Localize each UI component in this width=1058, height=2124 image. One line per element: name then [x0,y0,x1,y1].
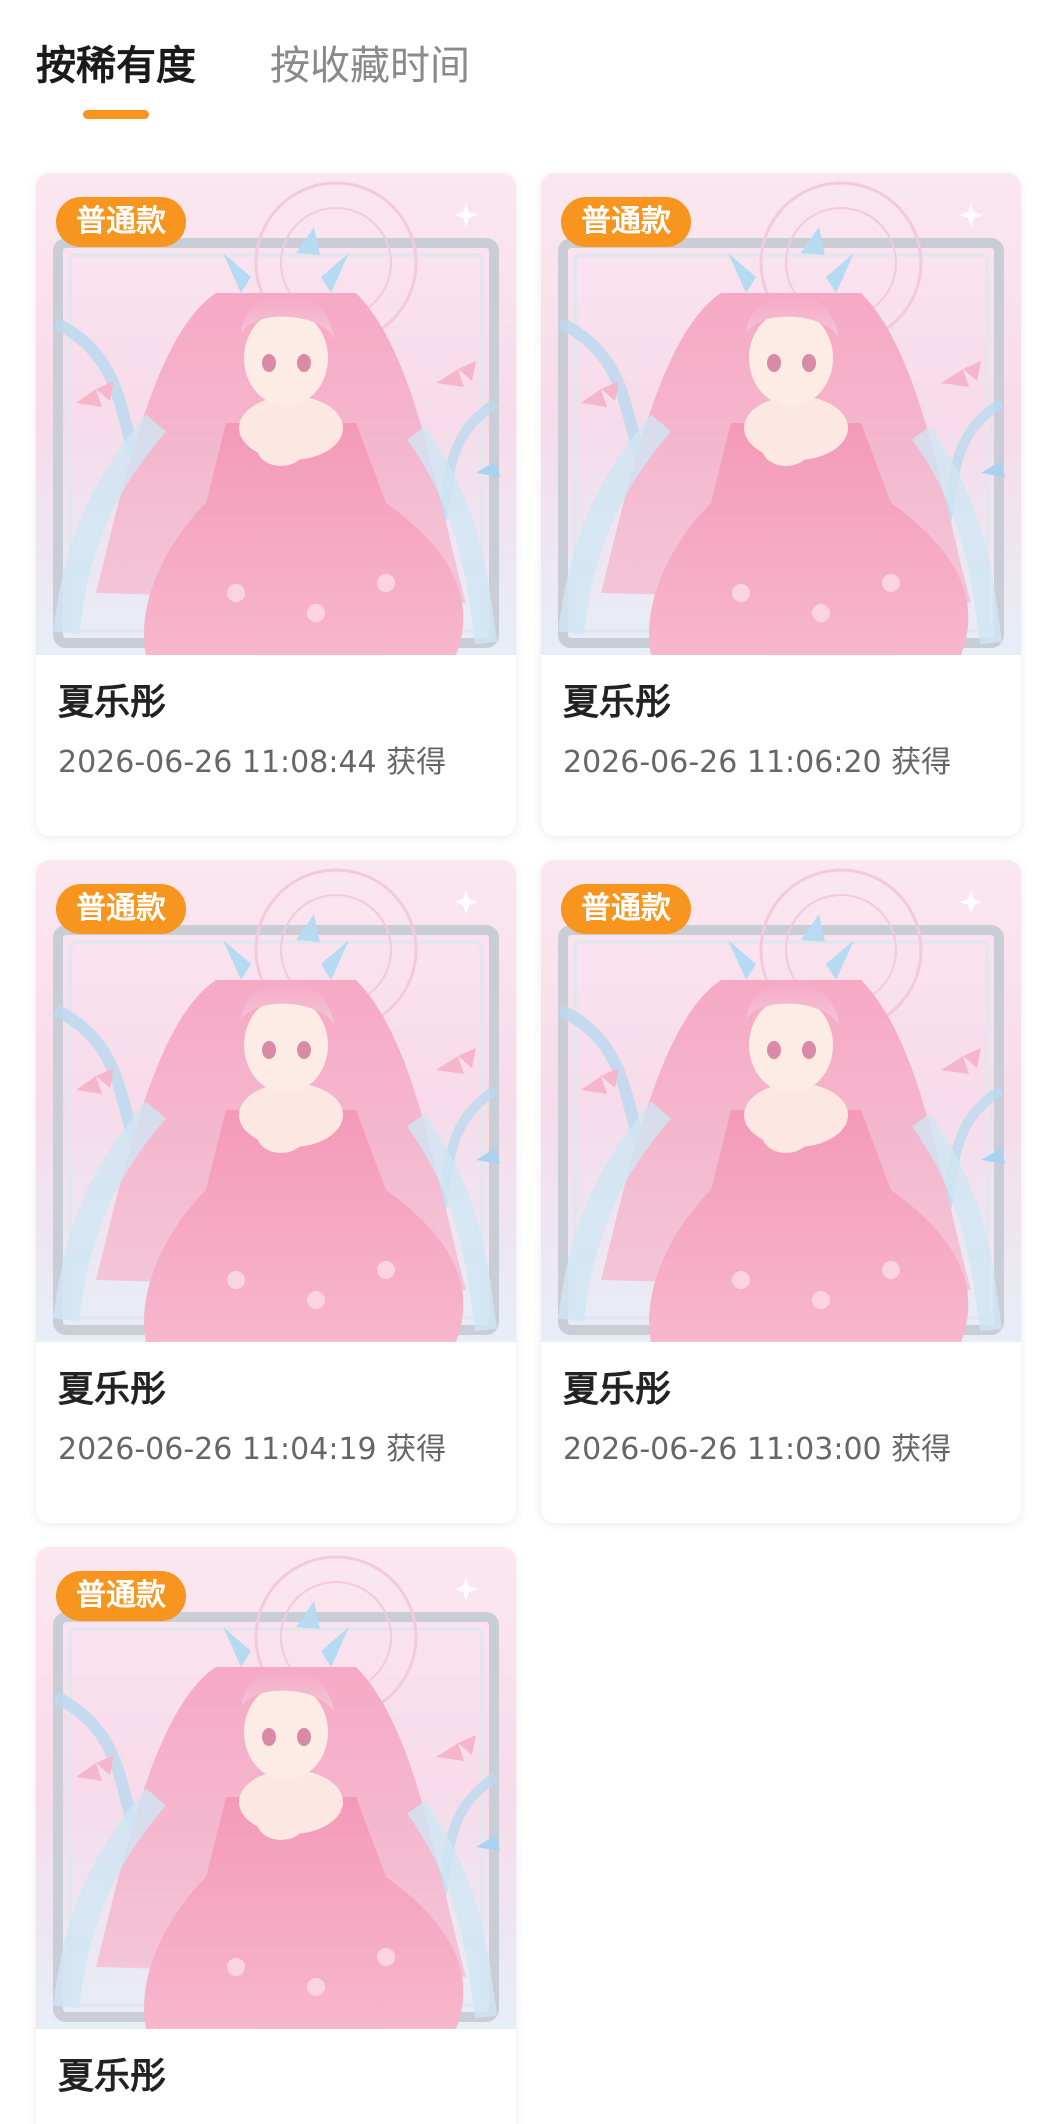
collection-card[interactable]: 普通款 夏乐彤 2026-06-26 11:08:44 获得 [36,173,516,836]
rarity-badge: 普通款 [561,884,691,934]
collection-card[interactable]: 普通款 夏乐彤 [36,1547,516,2124]
collection-card[interactable]: 普通款 夏乐彤 2026-06-26 11:03:00 获得 [541,860,1021,1523]
card-obtained-time: 2026-06-26 11:03:00 获得 [563,1432,952,1467]
tab-sort-by-collect-time[interactable]: 按收藏时间 [270,36,470,96]
card-character-name: 夏乐彤 [563,682,672,723]
card-obtained-time: 2026-06-26 11:06:20 获得 [563,745,952,780]
card-character-name: 夏乐彤 [58,682,167,723]
rarity-badge: 普通款 [56,197,186,247]
card-character-name: 夏乐彤 [58,2056,167,2097]
rarity-badge: 普通款 [56,884,186,934]
card-character-name: 夏乐彤 [58,1369,167,1410]
rarity-badge: 普通款 [561,197,691,247]
collection-card[interactable]: 普通款 夏乐彤 2026-06-26 11:06:20 获得 [541,173,1021,836]
card-obtained-time: 2026-06-26 11:04:19 获得 [58,1432,447,1467]
rarity-badge: 普通款 [56,1571,186,1621]
collection-card[interactable]: 普通款 夏乐彤 2026-06-26 11:04:19 获得 [36,860,516,1523]
card-obtained-time: 2026-06-26 11:08:44 获得 [58,745,447,780]
active-tab-indicator [83,110,149,119]
card-character-name: 夏乐彤 [563,1369,672,1410]
sort-tabs: 按稀有度 按收藏时间 [0,0,1058,130]
tab-sort-by-rarity[interactable]: 按稀有度 [36,36,196,96]
